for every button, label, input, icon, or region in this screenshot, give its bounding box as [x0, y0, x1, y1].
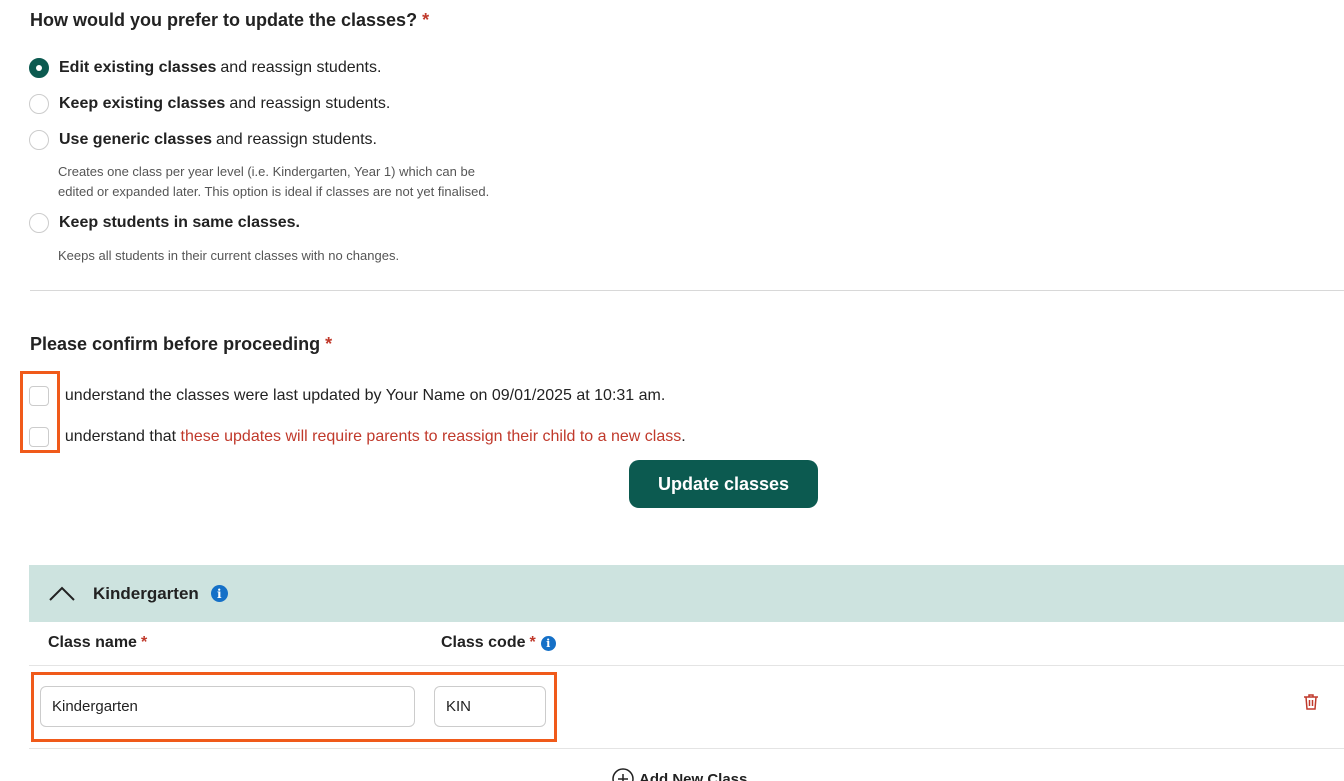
confirm-check-reassign[interactable]: I understand that these updates will req… [29, 427, 686, 447]
option-keep-same[interactable]: Keep students in same classes. [29, 213, 304, 233]
generic-classes-description: Creates one class per year level (i.e. K… [58, 164, 490, 199]
section-title: Kindergarten [93, 583, 199, 603]
row-divider [29, 665, 1344, 666]
keep-same-description: Keeps all students in their current clas… [58, 248, 400, 263]
row-divider-bottom [29, 748, 1344, 749]
class-code-label: Class code * i [441, 634, 556, 652]
question-title: How would you prefer to update the class… [30, 10, 430, 30]
trash-icon[interactable] [1301, 692, 1321, 712]
radio-edit-existing[interactable] [29, 58, 49, 78]
input-highlight-box [31, 672, 557, 742]
info-icon[interactable]: i [210, 585, 228, 602]
update-classes-button[interactable]: Update classes [629, 460, 818, 508]
radio-generic-classes[interactable] [29, 130, 49, 150]
kindergarten-section-header[interactable]: Kindergarten i [29, 565, 1344, 622]
radio-keep-same[interactable] [29, 213, 49, 233]
chevron-up-icon[interactable] [47, 579, 77, 609]
plus-circle-icon [612, 768, 634, 781]
add-new-class-button[interactable]: Add New Class [612, 768, 747, 781]
option-edit-existing[interactable]: Edit existing classes and reassign stude… [29, 58, 381, 78]
confirm-title: Please confirm before proceeding * [30, 334, 333, 354]
confirm-check-last-updated[interactable]: I understand the classes were last updat… [29, 386, 665, 406]
class-code-info-icon[interactable]: i [540, 635, 556, 651]
divider [30, 290, 1344, 291]
class-name-label: Class name * [48, 634, 148, 651]
checkbox-highlight-box [20, 371, 60, 453]
option-keep-existing[interactable]: Keep existing classes and reassign stude… [29, 94, 390, 114]
radio-keep-existing[interactable] [29, 94, 49, 114]
option-generic-classes[interactable]: Use generic classes and reassign student… [29, 130, 377, 150]
